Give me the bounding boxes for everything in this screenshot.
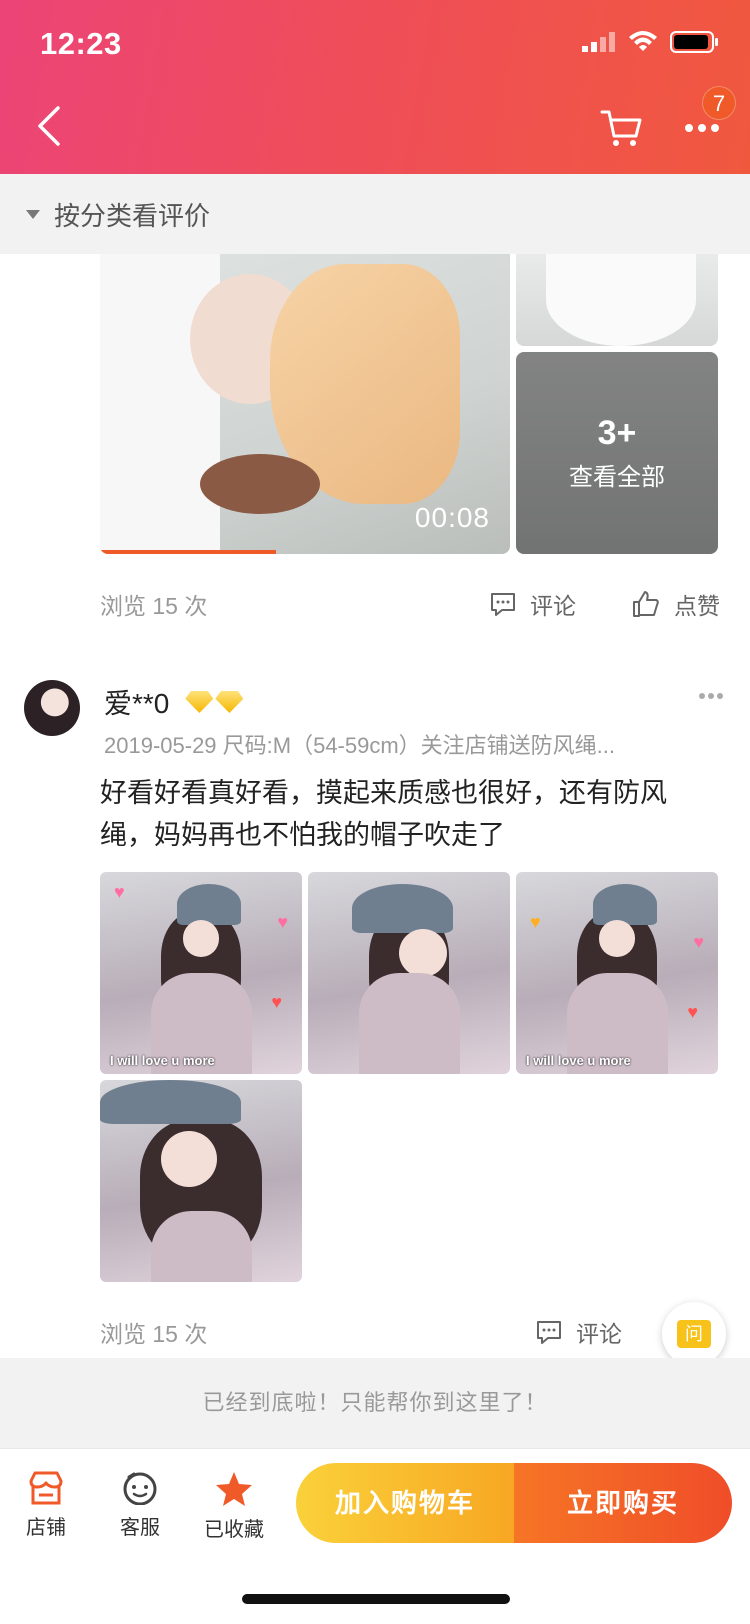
- heart-sticker-icon: ♥: [693, 932, 704, 952]
- category-filter-label: 按分类看评价: [54, 200, 211, 231]
- photo-hat: [100, 1080, 242, 1125]
- signal-icon: [582, 32, 615, 52]
- photo-sweater: [150, 1211, 252, 1282]
- photo-face: [160, 1130, 218, 1188]
- thumb-shirt: [546, 254, 696, 346]
- header: 12:23 7: [0, 0, 750, 174]
- review-text: 好看好看真好看，摸起来质感也很好，还有防风绳，妈妈再也不怕我的帽子吹走了: [100, 778, 667, 850]
- review-photo[interactable]: ♥ ♥ ♥ I will love u more: [516, 872, 718, 1074]
- end-of-list-message: 已经到底啦！只能帮你到这里了！: [0, 1358, 750, 1448]
- service-icon: [123, 1472, 157, 1505]
- review-meta: 2019-05-29 尺码:M（54-59cm）关注店铺送防风绳...: [104, 733, 616, 758]
- review-photo-thumb[interactable]: [516, 254, 718, 346]
- status-time: 12:23: [40, 26, 122, 61]
- favorite-tab-label: 已收藏: [204, 1519, 264, 1541]
- video-duration: 00:08: [414, 502, 490, 533]
- like-button[interactable]: 点赞: [632, 587, 720, 621]
- notification-badge: 7: [702, 86, 736, 120]
- ask-icon: 问: [677, 1320, 711, 1348]
- ask-button[interactable]: 问: [662, 1302, 726, 1366]
- add-to-cart-button[interactable]: 加入购物车: [296, 1463, 514, 1543]
- heart-sticker-icon: ♥: [277, 912, 288, 932]
- favorite-tab[interactable]: 已收藏: [194, 1471, 274, 1542]
- service-tab-label: 客服: [120, 1517, 160, 1539]
- shop-tab-label: 店铺: [26, 1517, 66, 1539]
- more-icon[interactable]: [684, 122, 720, 134]
- review-photo[interactable]: [308, 872, 510, 1074]
- avatar[interactable]: [24, 680, 80, 736]
- heart-sticker-icon: ♥: [114, 882, 125, 902]
- buy-now-button[interactable]: 立即购买: [514, 1463, 732, 1543]
- review-actions: 浏览 15 次 评论: [100, 1310, 720, 1354]
- comment-label: 评论: [576, 1321, 622, 1347]
- vip-diamond-icons: [185, 691, 244, 713]
- photo-caption: I will love u more: [526, 1053, 631, 1068]
- review-photo[interactable]: ♥ ♥ ♥ I will love u more: [100, 872, 302, 1074]
- shop-icon: [29, 1471, 63, 1505]
- service-tab[interactable]: 客服: [100, 1471, 180, 1540]
- heart-sticker-icon: ♥: [687, 1002, 698, 1022]
- diamond-icon: [185, 691, 214, 713]
- view-all-overlay: 3+ 查看全部: [516, 352, 718, 554]
- comment-button[interactable]: 评论: [536, 1315, 622, 1349]
- photo-caption: I will love u more: [110, 1053, 215, 1068]
- photo-hat: [176, 884, 242, 925]
- view-all-label: 查看全部: [569, 464, 665, 491]
- review-photo[interactable]: [100, 1080, 302, 1282]
- view-all-photos[interactable]: 3+ 查看全部: [516, 352, 718, 554]
- review-actions: 浏览 15 次 评论 点赞: [100, 582, 720, 626]
- comment-icon: [491, 593, 515, 616]
- home-indicator: [242, 1594, 510, 1604]
- review-video[interactable]: 00:08: [100, 254, 510, 554]
- photo-hat: [592, 884, 658, 925]
- username-text: 爱**0: [104, 688, 170, 719]
- photo-face: [398, 928, 448, 978]
- back-icon[interactable]: [36, 106, 62, 146]
- comment-icon: [537, 1321, 561, 1344]
- heart-sticker-icon: ♥: [530, 912, 541, 932]
- like-icon: [633, 591, 659, 617]
- video-frame-hair: [200, 454, 320, 514]
- shop-tab[interactable]: 店铺: [6, 1471, 86, 1540]
- view-count: 浏览 15 次: [100, 1321, 208, 1347]
- view-count: 浏览 15 次: [100, 593, 208, 619]
- comment-label: 评论: [530, 593, 576, 619]
- comment-button[interactable]: 评论: [490, 587, 576, 621]
- photo-face: [182, 920, 220, 957]
- star-icon: [216, 1472, 252, 1506]
- status-indicators: [582, 30, 720, 54]
- photo-face: [598, 920, 636, 957]
- photo-sweater: [358, 973, 460, 1074]
- like-label: 点赞: [674, 593, 720, 619]
- view-all-count: 3+: [597, 414, 637, 452]
- diamond-icon: [215, 691, 244, 713]
- battery-icon: [670, 31, 718, 53]
- video-progress-bar: [100, 550, 277, 554]
- wifi-icon: [629, 31, 657, 51]
- cart-icon[interactable]: [600, 108, 642, 148]
- caret-down-icon: [26, 209, 40, 219]
- review-more-icon[interactable]: [698, 692, 724, 700]
- category-filter[interactable]: 按分类看评价: [0, 174, 750, 254]
- photo-hat: [352, 884, 454, 933]
- review-username: 爱**0: [104, 682, 244, 722]
- heart-sticker-icon: ♥: [271, 992, 282, 1012]
